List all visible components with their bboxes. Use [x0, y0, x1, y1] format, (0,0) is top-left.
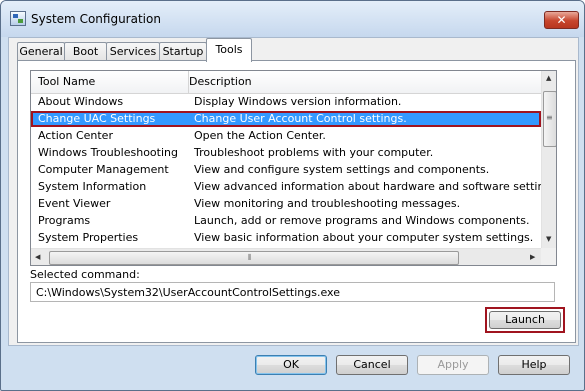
ok-button[interactable]: OK	[255, 355, 327, 375]
tool-name: Change UAC Settings	[38, 112, 156, 125]
tab-boot[interactable]: Boot	[64, 42, 107, 61]
tool-name: Programs	[38, 214, 91, 227]
column-header-description[interactable]: Description	[182, 71, 541, 93]
scrollbar-corner	[541, 248, 556, 265]
tab-general[interactable]: General	[17, 42, 65, 61]
tool-name: About Windows	[38, 95, 124, 108]
tool-name: System Information	[38, 180, 147, 193]
launch-button[interactable]: Launch	[489, 311, 561, 329]
horizontal-scrollbar[interactable]: ◀ ⦀ ▶	[31, 248, 541, 265]
system-configuration-window: System Configuration ✕ General Boot Serv…	[0, 0, 585, 391]
tool-name: Computer Management	[38, 163, 169, 176]
grip-icon: ⦀	[248, 253, 252, 262]
tool-description: View monitoring and troubleshooting mess…	[194, 197, 461, 210]
tab-tools[interactable]: Tools	[206, 38, 252, 62]
horizontal-scroll-thumb[interactable]: ⦀	[49, 251, 459, 265]
tool-description: View advanced information about hardware…	[194, 180, 557, 193]
tool-row-system-information[interactable]: System Information View advanced informa…	[31, 179, 556, 195]
close-button[interactable]: ✕	[544, 11, 579, 29]
selected-command-label: Selected command:	[30, 268, 140, 281]
tool-row-programs[interactable]: Programs Launch, add or remove programs …	[31, 213, 541, 229]
tool-description: Display Windows version information.	[194, 95, 402, 108]
tool-row-about-windows[interactable]: About Windows Display Windows version in…	[31, 94, 541, 110]
tool-name: System Properties	[38, 231, 139, 244]
tool-description: Launch, add or remove programs and Windo…	[194, 214, 530, 227]
tool-description: Open the Action Center.	[194, 129, 326, 142]
apply-button[interactable]: Apply	[417, 355, 489, 375]
title-bar[interactable]: System Configuration ✕	[1, 1, 584, 37]
dialog-client-area: General Boot Services Startup Tools Tool…	[8, 37, 579, 346]
tool-row-action-center[interactable]: Action Center Open the Action Center.	[31, 128, 541, 144]
tab-startup[interactable]: Startup	[159, 42, 207, 61]
vertical-scroll-thumb[interactable]: ≡	[543, 91, 556, 147]
tool-row-change-uac-settings[interactable]: Change UAC Settings Change User Account …	[31, 111, 541, 127]
help-button[interactable]: Help	[498, 355, 570, 375]
tool-row-system-properties[interactable]: System Properties View basic information…	[31, 230, 541, 246]
tool-description: Troubleshoot problems with your computer…	[194, 146, 434, 159]
window-title: System Configuration	[31, 12, 161, 26]
tool-description: View basic information about your comput…	[194, 231, 534, 244]
tool-name: Action Center	[38, 129, 113, 142]
tool-description: View and configure system settings and c…	[194, 163, 490, 176]
scroll-left-arrow-icon[interactable]: ◀	[35, 254, 40, 261]
tool-row-windows-troubleshooting[interactable]: Windows Troubleshooting Troubleshoot pro…	[31, 145, 541, 161]
scroll-down-arrow-icon[interactable]: ▼	[546, 236, 551, 243]
tool-row-event-viewer[interactable]: Event Viewer View monitoring and trouble…	[31, 196, 541, 212]
tools-list-header: Tool Name Description	[31, 71, 541, 94]
tab-services[interactable]: Services	[106, 42, 160, 61]
grip-icon: ≡	[546, 113, 553, 122]
tools-list[interactable]: Tool Name Description About Windows Disp…	[30, 70, 557, 266]
scroll-up-arrow-icon[interactable]: ▲	[546, 75, 551, 82]
tools-tab-panel: Tool Name Description About Windows Disp…	[17, 60, 576, 343]
tool-name: Windows Troubleshooting	[38, 146, 178, 159]
tool-description: Change User Account Control settings.	[194, 112, 407, 125]
scroll-right-arrow-icon[interactable]: ▶	[530, 254, 535, 261]
tool-row-computer-management[interactable]: Computer Management View and configure s…	[31, 162, 541, 178]
selected-command-field[interactable]: C:\Windows\System32\UserAccountControlSe…	[30, 282, 555, 302]
vertical-scrollbar[interactable]: ▲ ≡ ▼	[541, 71, 556, 248]
column-header-tool-name[interactable]: Tool Name	[31, 71, 189, 93]
tool-name: Event Viewer	[38, 197, 111, 210]
cancel-button[interactable]: Cancel	[336, 355, 408, 375]
system-configuration-icon	[10, 11, 26, 26]
